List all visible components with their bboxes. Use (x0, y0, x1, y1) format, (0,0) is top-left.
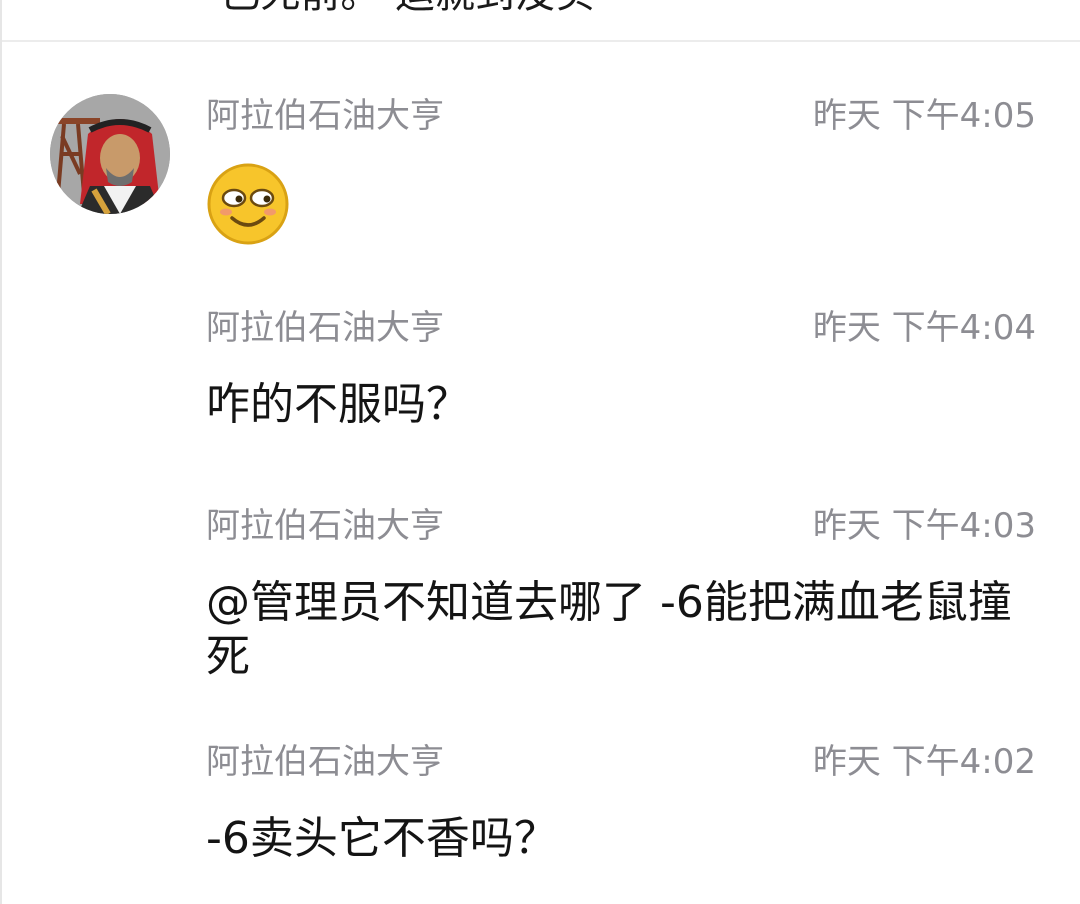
sender-name: 阿拉伯石油大亨 (206, 506, 444, 546)
message-item[interactable]: 阿拉伯石油大亨 昨天 下午4:04 咋的不服吗？ (206, 308, 1036, 432)
sender-name: 阿拉伯石油大亨 (206, 308, 444, 348)
message-header: 阿拉伯石油大亨 昨天 下午4:02 (206, 742, 1036, 782)
message-divider (2, 40, 1080, 42)
smiling-face-emoji-icon (206, 162, 290, 246)
message-header: 阿拉伯石油大亨 昨天 下午4:04 (206, 308, 1036, 348)
message-text: -6卖头它不香吗？ (206, 813, 558, 864)
sender-avatar[interactable] (50, 94, 170, 214)
message-header: 阿拉伯石油大亨 昨天 下午4:03 (206, 506, 1036, 546)
chat-thread: -已死前。-运就到没实 阿拉伯石油大 (0, 0, 1080, 904)
sender-name: 阿拉伯石油大亨 (206, 96, 444, 136)
message-time: 昨天 下午4:02 (812, 742, 1036, 782)
sender-name: 阿拉伯石油大亨 (206, 742, 444, 782)
message-time: 昨天 下午4:04 (812, 308, 1036, 348)
message-text: 咋的不服吗？ (206, 379, 470, 430)
message-item[interactable]: 阿拉伯石油大亨 昨天 下午4:05 (206, 96, 1036, 246)
previous-message-text: -已死前。-运就到没实 (206, 0, 595, 14)
message-text: @管理员不知道去哪了 -6能把满血老鼠撞死 (206, 577, 1012, 682)
message-header: 阿拉伯石油大亨 昨天 下午4:05 (206, 96, 1036, 136)
message-item[interactable]: 阿拉伯石油大亨 昨天 下午4:02 -6卖头它不香吗？ (206, 742, 1036, 866)
message-item[interactable]: 阿拉伯石油大亨 昨天 下午4:03 @管理员不知道去哪了 -6能把满血老鼠撞死 (206, 506, 1036, 684)
message-time: 昨天 下午4:05 (812, 96, 1036, 136)
message-time: 昨天 下午4:03 (812, 506, 1036, 546)
